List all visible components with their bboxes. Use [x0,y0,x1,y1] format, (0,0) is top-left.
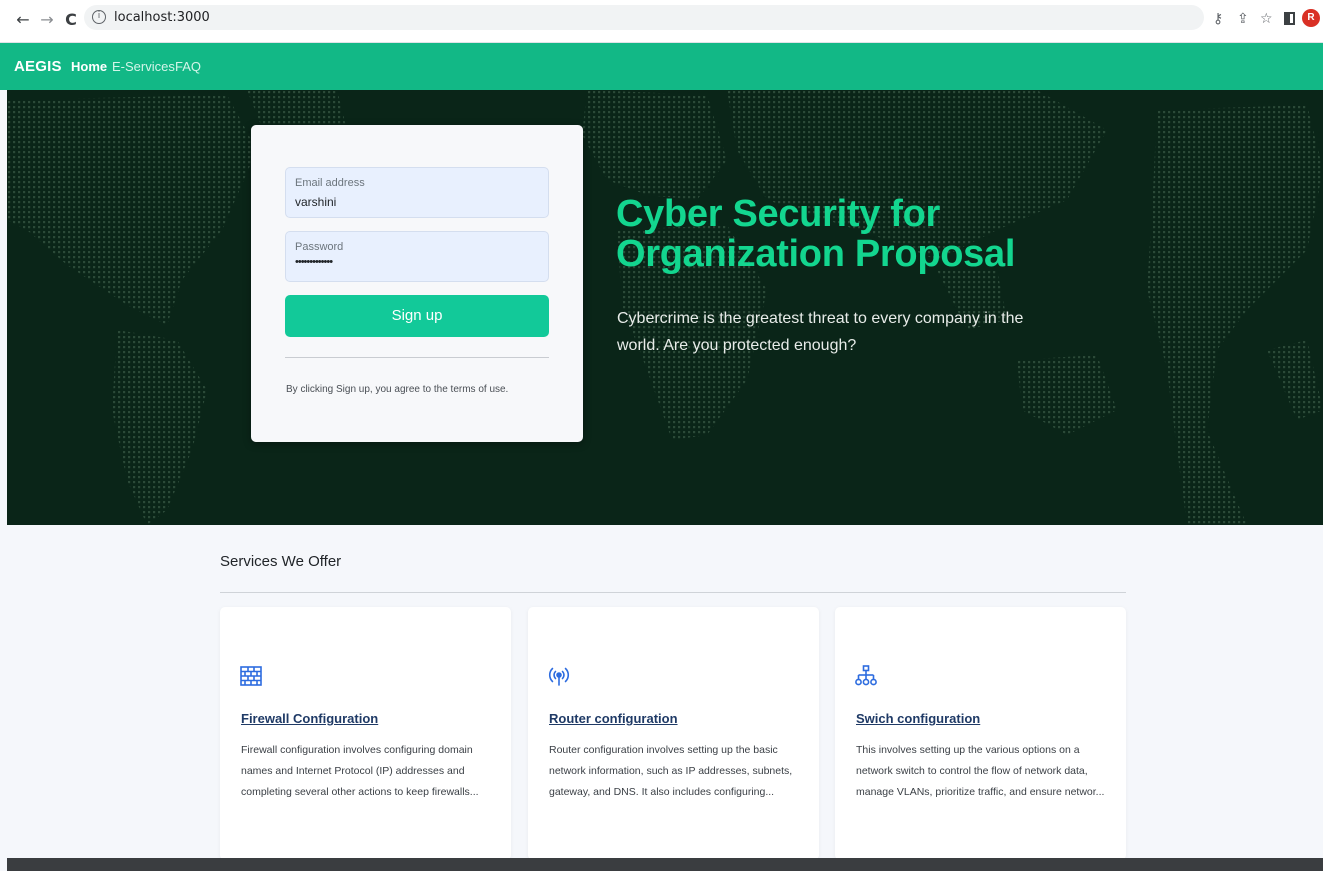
back-arrow-icon[interactable]: ← [14,11,32,29]
service-description: Firewall configuration involves configur… [241,744,479,798]
key-icon[interactable]: ⚷ [1213,11,1223,27]
form-divider [285,357,549,358]
service-title[interactable]: Swich configuration [856,711,980,726]
services-divider [220,592,1126,593]
service-description: This involves setting up the various opt… [856,744,1105,798]
password-label: Password [295,241,344,253]
browser-toolbar: ← → C i localhost:3000 ⚷ ⇪ ☆ R [0,0,1323,43]
hero-subtitle: Cybercrime is the greatest threat to eve… [617,310,1024,354]
firewall-icon [240,666,262,686]
share-icon[interactable]: ⇪ [1237,11,1249,27]
email-field[interactable]: Email address varshini [285,167,549,218]
brand-logo[interactable]: AEGIS [14,58,62,75]
email-label: Email address [295,177,365,189]
info-icon[interactable]: i [92,10,106,24]
password-value[interactable]: ••••••••••••• [295,256,333,268]
nav-link-faq[interactable]: FAQ [175,59,201,74]
footer [7,858,1323,871]
email-value[interactable]: varshini [295,195,336,209]
service-title[interactable]: Firewall Configuration [241,711,378,726]
nav-link-e-services[interactable]: E-Services [112,59,175,74]
hero-section: Email address varshini Password ••••••••… [7,90,1323,525]
bookmark-star-icon[interactable]: ☆ [1260,11,1273,27]
terms-text: By clicking Sign up, you agree to the te… [286,384,509,395]
signup-form-card: Email address varshini Password ••••••••… [251,125,583,442]
url-text: localhost:3000 [114,10,210,25]
reload-icon[interactable]: C [62,11,80,29]
router-icon [548,667,570,686]
service-title[interactable]: Router configuration [549,711,678,726]
address-bar[interactable]: i localhost:3000 [84,5,1204,30]
network-switch-icon [855,665,877,686]
service-card-switch: Swich configuration This involves settin… [835,607,1126,860]
service-card-router: Router configuration Router configuratio… [528,607,819,860]
profile-avatar[interactable]: R [1302,9,1320,27]
side-panel-icon[interactable] [1284,12,1295,25]
hero-title: Cyber Security for Organization Proposal [616,193,1016,275]
service-card-firewall: Firewall Configuration Firewall configur… [220,607,511,860]
password-field[interactable]: Password ••••••••••••• [285,231,549,282]
nav-link-home[interactable]: Home [71,59,107,74]
services-heading: Services We Offer [220,553,342,570]
top-navbar: AEGIS Home E-Services FAQ [0,43,1323,90]
service-description: Router configuration involves setting up… [549,744,793,798]
forward-arrow-icon[interactable]: → [38,11,56,29]
signup-button[interactable]: Sign up [285,295,549,337]
